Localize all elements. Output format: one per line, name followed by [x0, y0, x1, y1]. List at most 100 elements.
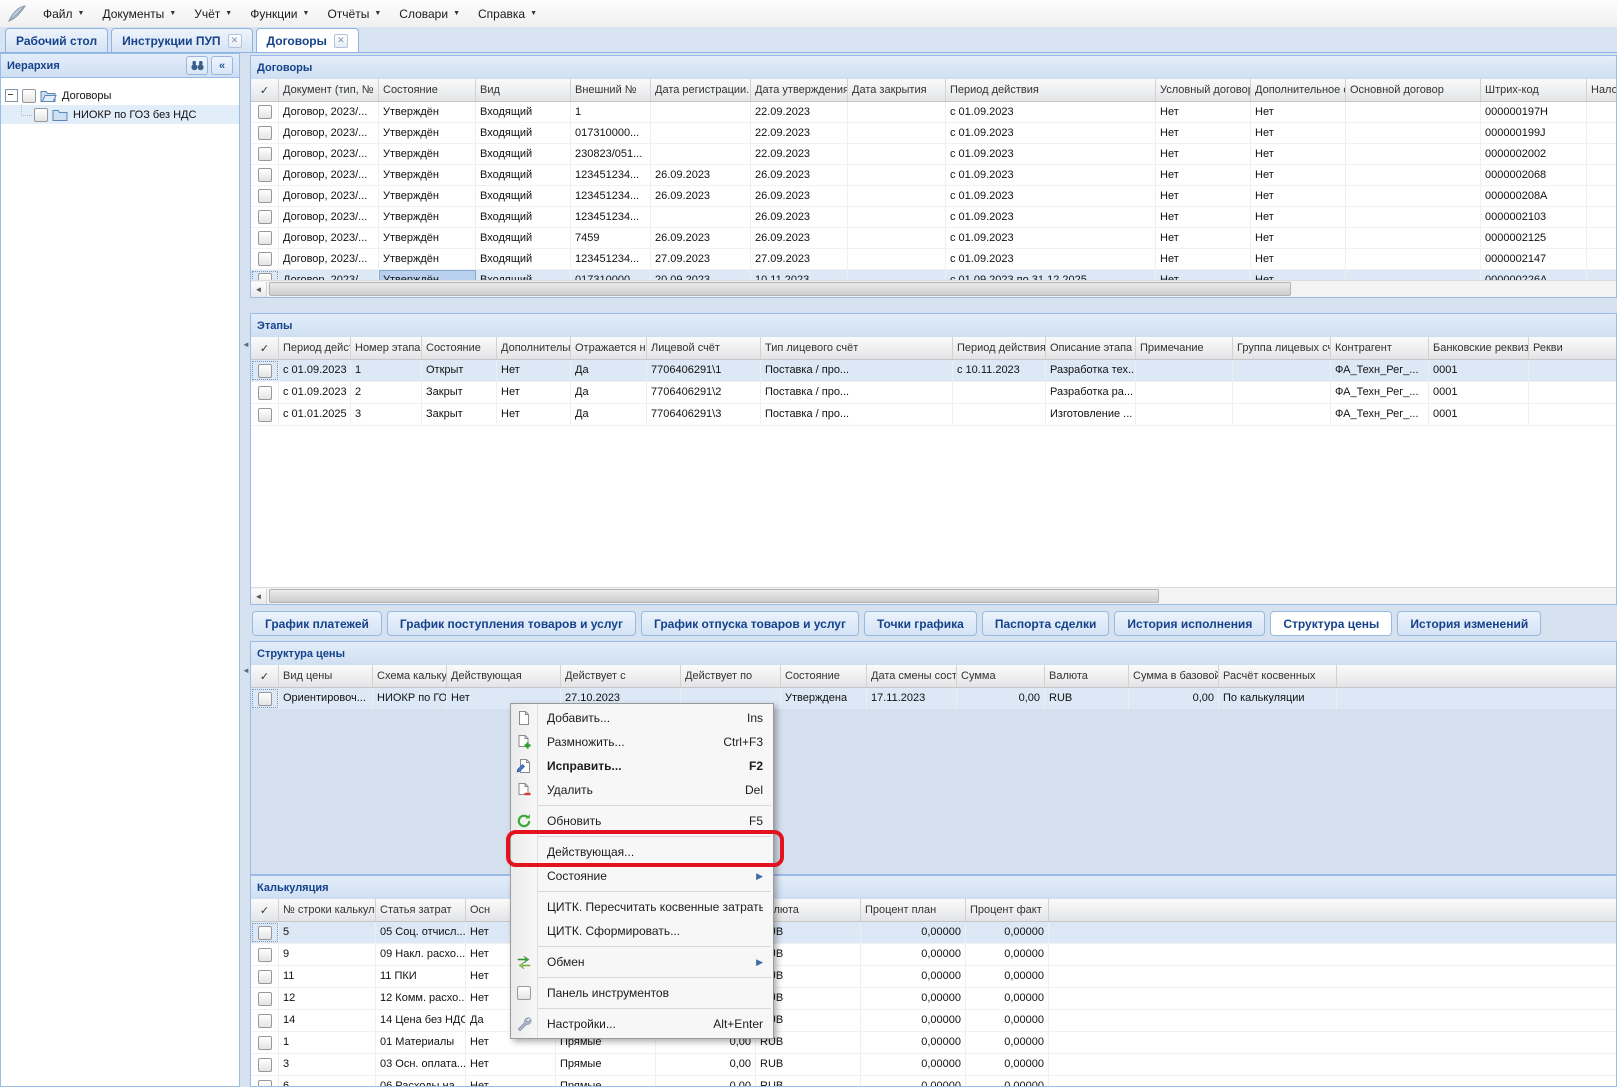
- table-row[interactable]: Договор, 2023/...УтверждёнВходящий230823…: [251, 144, 1616, 165]
- column-header[interactable]: Внешний №: [571, 79, 651, 101]
- menu-item-edit[interactable]: Исправить...F2: [511, 754, 773, 778]
- search-icon[interactable]: [186, 56, 208, 75]
- column-header[interactable]: Примечание: [1136, 337, 1233, 359]
- row-checkbox[interactable]: [258, 210, 272, 224]
- scrollbar-thumb[interactable]: [269, 589, 1159, 603]
- menu-item-delete[interactable]: УдалитьDel: [511, 778, 773, 802]
- row-checkbox[interactable]: [258, 1080, 272, 1087]
- column-header[interactable]: Номер этапа: [351, 337, 422, 359]
- select-all-column-header[interactable]: ✓: [251, 79, 279, 101]
- menubar-item[interactable]: Документы▼: [93, 3, 185, 25]
- menu-item-add[interactable]: Добавить...Ins: [511, 706, 773, 730]
- column-header[interactable]: Рекви: [1529, 337, 1616, 359]
- menubar-item[interactable]: Учёт▼: [185, 3, 241, 25]
- row-checkbox[interactable]: [258, 992, 272, 1006]
- stages-hscrollbar[interactable]: ◄: [251, 587, 1616, 604]
- table-row[interactable]: Договор, 2023/...УтверждёнВходящий123451…: [251, 186, 1616, 207]
- column-header[interactable]: Отражается на сум: [571, 337, 647, 359]
- column-header[interactable]: Сумма: [957, 665, 1045, 687]
- menu-item-citk-form[interactable]: ЦИТК. Сформировать...: [511, 919, 773, 943]
- menu-item-citk-recalc[interactable]: ЦИТК. Пересчитать косвенные затраты...: [511, 895, 773, 919]
- table-row[interactable]: 909 Накл. расхо...НетRUB0,000000,00000: [251, 944, 1616, 966]
- tree-node-niokr[interactable]: НИОКР по ГОЗ без НДС: [1, 105, 239, 124]
- tab-Договоры[interactable]: Договоры✕: [256, 28, 359, 52]
- menubar-item[interactable]: Словари▼: [390, 3, 469, 25]
- column-header[interactable]: Период действия..: [279, 337, 351, 359]
- splitter-collapse-icon[interactable]: ◄: [242, 340, 250, 349]
- collapse-panel-icon[interactable]: «: [211, 56, 233, 75]
- row-checkbox[interactable]: [258, 1058, 272, 1072]
- menu-item-toolbar[interactable]: Панель инструментов: [511, 981, 773, 1005]
- scroll-left-icon[interactable]: ◄: [251, 589, 267, 604]
- tree-checkbox[interactable]: [34, 108, 48, 122]
- splitter-collapse-icon[interactable]: ◄: [242, 666, 250, 675]
- subtab-График платежей[interactable]: График платежей: [252, 611, 382, 636]
- table-row[interactable]: Договор, 2023/...УтверждёнВходящий123451…: [251, 249, 1616, 270]
- tree-checkbox[interactable]: [22, 89, 36, 103]
- column-header[interactable]: Дата смены состоя: [867, 665, 957, 687]
- row-checkbox[interactable]: [258, 252, 272, 266]
- column-header[interactable]: Период действия л: [953, 337, 1046, 359]
- menubar-item[interactable]: Справка▼: [469, 3, 546, 25]
- row-checkbox[interactable]: [258, 126, 272, 140]
- column-header[interactable]: Дополнительное с: [497, 337, 571, 359]
- select-all-column-header[interactable]: ✓: [251, 899, 279, 921]
- table-row[interactable]: Договор, 2023/...УтверждёнВходящий123451…: [251, 165, 1616, 186]
- row-checkbox[interactable]: [258, 147, 272, 161]
- column-header[interactable]: Дополнительное с: [1251, 79, 1346, 101]
- table-row[interactable]: 606 Расходы наНетПрямые0,00RUB0,000000,0…: [251, 1076, 1616, 1086]
- column-header[interactable]: Сумма в базовой в: [1129, 665, 1219, 687]
- close-icon[interactable]: ✕: [334, 34, 348, 48]
- column-header[interactable]: Описание этапа: [1046, 337, 1136, 359]
- subtab-История изменений[interactable]: История изменений: [1397, 611, 1541, 636]
- menu-item-clone[interactable]: Размножить...Ctrl+F3: [511, 730, 773, 754]
- row-checkbox[interactable]: [258, 189, 272, 203]
- column-header[interactable]: Действует с: [561, 665, 681, 687]
- subtab-Точки графика[interactable]: Точки графика: [864, 611, 977, 636]
- table-row[interactable]: 1414 Цена без НДСДаRUB0,000000,00000: [251, 1010, 1616, 1032]
- tree-node-contracts[interactable]: Договоры: [1, 82, 239, 105]
- column-header[interactable]: Процент план: [861, 899, 966, 921]
- subtab-График поступления товаров и услуг[interactable]: График поступления товаров и услуг: [387, 611, 636, 636]
- contracts-hscrollbar[interactable]: ◄: [251, 280, 1616, 297]
- column-header[interactable]: Статья затрат: [376, 899, 466, 921]
- tab-Инструкции ПУП[interactable]: Инструкции ПУП✕: [111, 28, 252, 52]
- menubar-item[interactable]: Файл▼: [34, 3, 93, 25]
- subtab-График отпуска товаров и услуг[interactable]: График отпуска товаров и услуг: [641, 611, 859, 636]
- row-checkbox[interactable]: [258, 1014, 272, 1028]
- select-all-column-header[interactable]: ✓: [251, 665, 279, 687]
- subtab-История исполнения[interactable]: История исполнения: [1114, 611, 1265, 636]
- table-row[interactable]: с 01.09.2023 п...1ОткрытНетДа7706406291\…: [251, 360, 1616, 382]
- column-header[interactable]: Действует по: [681, 665, 781, 687]
- menu-item-current[interactable]: Действующая...: [511, 840, 773, 864]
- table-row[interactable]: Договор, 2023/...УтверждёнВходящий122.09…: [251, 102, 1616, 123]
- column-header[interactable]: Состояние: [379, 79, 476, 101]
- column-header[interactable]: Лицевой счёт: [647, 337, 761, 359]
- menubar-item[interactable]: Отчёты▼: [318, 3, 390, 25]
- column-header[interactable]: № строки калькул: [279, 899, 376, 921]
- menu-item-refresh[interactable]: ОбновитьF5: [511, 809, 773, 833]
- row-checkbox[interactable]: [258, 364, 272, 378]
- table-row[interactable]: Договор, 2023/...УтверждёнВходящий017310…: [251, 123, 1616, 144]
- column-header[interactable]: Состояние: [422, 337, 497, 359]
- row-checkbox[interactable]: [258, 168, 272, 182]
- scroll-left-icon[interactable]: ◄: [251, 282, 267, 297]
- menu-item-settings[interactable]: Настройки...Alt+Enter: [511, 1012, 773, 1036]
- column-header[interactable]: Расчёт косвенных: [1219, 665, 1337, 687]
- column-header[interactable]: Основной договор: [1346, 79, 1481, 101]
- column-header[interactable]: Дата закрытия: [848, 79, 946, 101]
- column-header[interactable]: Действующая: [447, 665, 561, 687]
- row-checkbox[interactable]: [258, 948, 272, 962]
- column-header[interactable]: Условный договор: [1156, 79, 1251, 101]
- row-checkbox[interactable]: [258, 692, 272, 706]
- column-header[interactable]: Дата регистрации.: [651, 79, 751, 101]
- column-header[interactable]: Штрих-код: [1481, 79, 1587, 101]
- table-row[interactable]: с 01.09.2023 п...2ЗакрытНетДа7706406291\…: [251, 382, 1616, 404]
- table-row[interactable]: 1111 ПКИНетRUB0,000000,00000: [251, 966, 1616, 988]
- table-row[interactable]: 303 Осн. оплата...НетПрямые0,00RUB0,0000…: [251, 1054, 1616, 1076]
- menubar-item[interactable]: Функции▼: [241, 3, 318, 25]
- tab-Рабочий стол[interactable]: Рабочий стол: [5, 28, 108, 52]
- close-icon[interactable]: ✕: [228, 34, 242, 48]
- menu-item-exchange[interactable]: Обмен▶: [511, 950, 773, 974]
- row-checkbox[interactable]: [258, 386, 272, 400]
